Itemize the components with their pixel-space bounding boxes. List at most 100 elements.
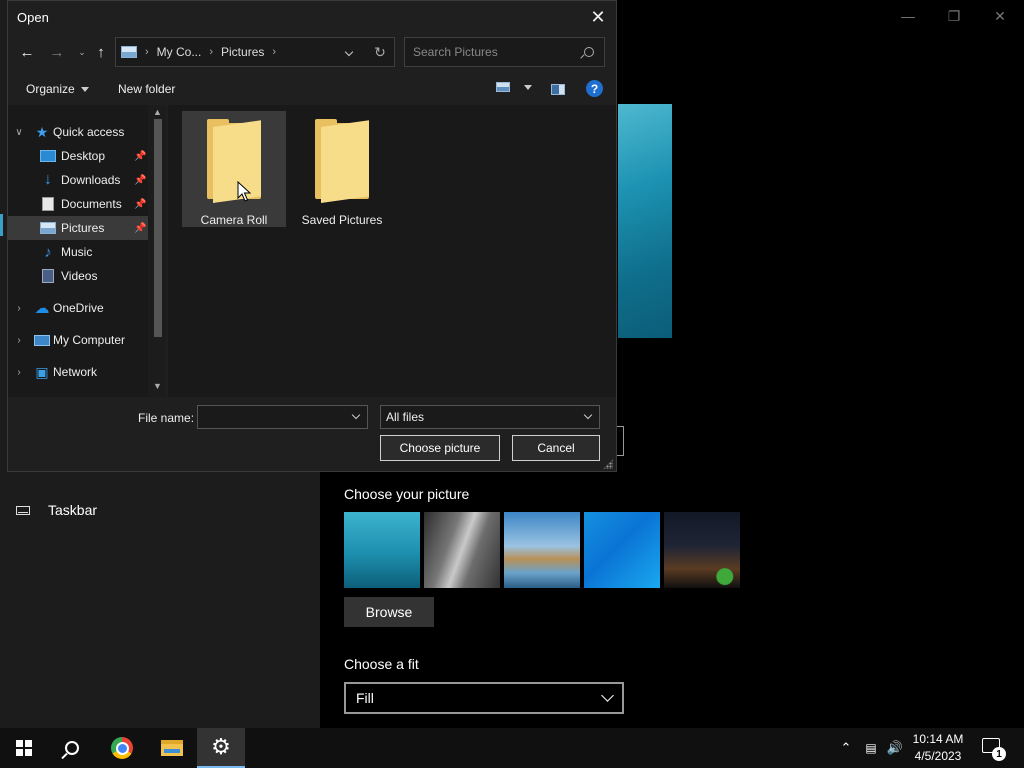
command-bar: Organize New folder ? — [8, 75, 616, 103]
nav-item-label: My Computer — [53, 333, 126, 347]
clock[interactable]: 10:14 AM 4/5/2023 — [905, 731, 971, 765]
search-icon — [65, 741, 79, 755]
search-icon — [584, 47, 594, 57]
recent-picture-2[interactable] — [424, 512, 500, 588]
forward-arrow-icon[interactable]: → — [46, 41, 68, 63]
chevron-down-icon[interactable] — [351, 410, 361, 420]
cloud-icon: ☁ — [34, 300, 50, 317]
start-button[interactable] — [0, 728, 48, 768]
pictures-icon — [121, 46, 137, 58]
hidden-dropdown-edge — [616, 426, 624, 456]
choose-picture-button[interactable]: Choose picture — [380, 435, 500, 461]
nav-item-desktop[interactable]: Desktop 📌 — [8, 144, 148, 168]
minimize-icon[interactable]: — — [885, 0, 931, 32]
collapsed-chevron-icon[interactable]: › — [14, 335, 24, 346]
cancel-button[interactable]: Cancel — [512, 435, 600, 461]
organize-button[interactable]: Organize — [26, 82, 89, 96]
choose-fit-label: Choose a fit — [344, 656, 419, 672]
folder-camera-roll[interactable]: Camera Roll — [182, 111, 286, 227]
breadcrumb-separator-icon: › — [145, 46, 149, 58]
nav-item-label: Pictures — [61, 221, 105, 235]
file-type-select[interactable]: All files — [380, 405, 600, 429]
new-folder-button[interactable]: New folder — [118, 82, 175, 96]
network-icon: ▣ — [35, 363, 49, 380]
taskbar-chrome[interactable] — [98, 728, 146, 768]
breadcrumb-my-computer[interactable]: My Co... — [157, 45, 202, 59]
folder-icon — [315, 119, 369, 203]
taskbar-icon — [16, 505, 30, 515]
taskbar-search-button[interactable] — [48, 728, 96, 768]
nav-item-my-computer[interactable]: › My Computer — [8, 328, 148, 352]
scrollbar-thumb[interactable] — [154, 119, 162, 337]
computer-icon — [34, 334, 50, 346]
recent-picture-1[interactable] — [344, 512, 420, 588]
browse-button[interactable]: Browse — [344, 597, 434, 627]
folder-icon — [207, 119, 261, 203]
nav-item-documents[interactable]: Documents 📌 — [8, 192, 148, 216]
mouse-cursor-icon — [237, 181, 251, 202]
address-bar[interactable]: › My Co... › Pictures › ↻ — [115, 37, 395, 67]
resize-grip-icon[interactable] — [603, 459, 613, 469]
pin-icon: 📌 — [134, 222, 147, 234]
taskbar-file-explorer[interactable] — [148, 728, 196, 768]
preview-pane-icon[interactable] — [551, 84, 565, 95]
chevron-down-icon — [601, 689, 614, 702]
pin-icon: 📌 — [134, 198, 147, 210]
open-dialog: Open ✕ ← → ⌄ ↑ › My Co... › Pictures › ↻… — [7, 0, 617, 472]
file-list-pane: Camera Roll Saved Pictures — [168, 105, 616, 397]
nav-item-quick-access[interactable]: ∨ ★ Quick access — [8, 120, 148, 144]
nav-item-label: Quick access — [53, 125, 125, 139]
chevron-down-icon — [583, 410, 593, 420]
fit-select-value: Fill — [356, 690, 374, 706]
pin-icon: 📌 — [134, 174, 147, 186]
gear-icon: ⚙ — [211, 734, 231, 759]
taskbar-settings[interactable]: ⚙ — [197, 728, 245, 768]
network-status-icon[interactable]: ▤ — [860, 728, 882, 768]
desktop-icon — [40, 150, 56, 162]
nav-item-taskbar[interactable]: Taskbar — [16, 502, 97, 518]
file-type-value: All files — [386, 410, 425, 424]
search-input[interactable]: Search Pictures — [404, 37, 605, 67]
scroll-up-icon[interactable]: ▲ — [153, 107, 162, 117]
music-icon: ♪ — [44, 243, 52, 261]
clock-date: 4/5/2023 — [914, 749, 962, 763]
back-arrow-icon[interactable]: ← — [16, 41, 38, 63]
breadcrumb-separator-icon: › — [209, 46, 214, 58]
help-icon[interactable]: ? — [586, 80, 603, 97]
restore-icon[interactable]: ❐ — [931, 0, 977, 32]
recent-picture-5[interactable] — [664, 512, 740, 588]
close-icon[interactable]: ✕ — [586, 5, 610, 29]
nav-scrollbar[interactable]: ▲ ▼ — [148, 105, 166, 397]
collapsed-chevron-icon[interactable]: › — [14, 367, 24, 378]
nav-item-label: Music — [61, 245, 93, 259]
pin-icon: 📌 — [134, 150, 147, 162]
background-preview-image — [618, 104, 672, 338]
nav-item-label: Videos — [61, 269, 98, 283]
recent-picture-3[interactable] — [504, 512, 580, 588]
up-arrow-icon[interactable]: ↑ — [90, 41, 112, 63]
folder-saved-pictures[interactable]: Saved Pictures — [290, 111, 394, 227]
collapsed-chevron-icon[interactable]: › — [14, 303, 24, 314]
file-name-input[interactable] — [197, 405, 368, 429]
expanded-chevron-icon[interactable]: ∨ — [14, 127, 24, 138]
nav-item-pictures[interactable]: Pictures 📌 — [8, 216, 148, 240]
nav-item-videos[interactable]: Videos — [8, 264, 148, 288]
change-view-button[interactable] — [496, 82, 532, 92]
dialog-footer: File name: All files Choose picture Canc… — [8, 399, 616, 471]
address-dropdown-icon[interactable] — [344, 47, 354, 57]
navigation-pane: ∨ ★ Quick access Desktop 📌 ↓ Downloads 📌… — [8, 105, 166, 397]
breadcrumb-pictures[interactable]: Pictures — [221, 45, 264, 59]
file-name-label: File name: — [138, 411, 195, 425]
refresh-icon[interactable]: ↻ — [366, 38, 394, 66]
volume-icon[interactable]: 🔊 — [884, 728, 906, 768]
show-hidden-icons-icon[interactable]: ⌃ — [836, 728, 856, 768]
nav-item-music[interactable]: ♪ Music — [8, 240, 148, 264]
recent-picture-4[interactable] — [584, 512, 660, 588]
scroll-down-icon[interactable]: ▼ — [153, 381, 162, 391]
star-icon: ★ — [35, 123, 49, 140]
nav-item-network[interactable]: › ▣ Network — [8, 360, 148, 384]
nav-item-onedrive[interactable]: › ☁ OneDrive — [8, 296, 148, 320]
fit-select[interactable]: Fill — [344, 682, 624, 714]
nav-item-downloads[interactable]: ↓ Downloads 📌 — [8, 168, 148, 192]
close-window-icon[interactable]: ✕ — [977, 0, 1023, 32]
